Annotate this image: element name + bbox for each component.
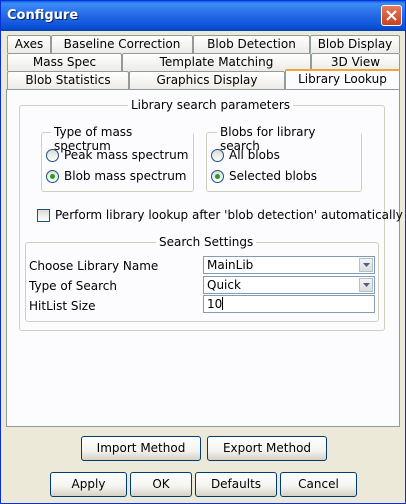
- dropdown-button[interactable]: [359, 258, 373, 272]
- search-type-value: Quick: [207, 278, 241, 292]
- library-name-label: Choose Library Name: [29, 259, 159, 273]
- close-icon: [386, 10, 397, 21]
- radio-label: Blob mass spectrum: [64, 169, 187, 183]
- import-method-button[interactable]: Import Method: [81, 436, 201, 461]
- hitlist-size-input[interactable]: 10: [203, 295, 375, 313]
- radio-label: Selected blobs: [229, 169, 317, 183]
- dropdown-button[interactable]: [359, 278, 373, 292]
- radio-circle: [211, 170, 224, 183]
- tab-mass-spec[interactable]: Mass Spec: [7, 53, 122, 71]
- radio-circle: [211, 149, 224, 162]
- checkbox-label: Perform library lookup after 'blob detec…: [55, 208, 403, 222]
- tab-baseline-correction[interactable]: Baseline Correction: [51, 35, 193, 53]
- tab-graphics-display[interactable]: Graphics Display: [129, 71, 285, 89]
- title-bar: Configure: [1, 1, 405, 31]
- checkbox-box: [37, 209, 50, 222]
- chevron-down-icon: [363, 283, 370, 287]
- window-title: Configure: [7, 8, 79, 23]
- text-caret: [222, 297, 224, 310]
- defaults-button[interactable]: Defaults: [195, 472, 277, 497]
- search-type-label: Type of Search: [29, 279, 117, 293]
- library-search-title: Library search parameters: [128, 98, 294, 112]
- library-name-value: MainLib: [207, 258, 254, 272]
- radio-selected-dot: [215, 174, 220, 179]
- tab-blob-display[interactable]: Blob Display: [310, 35, 400, 53]
- radio-label: All blobs: [229, 148, 280, 162]
- cancel-button[interactable]: Cancel: [280, 472, 357, 497]
- close-button[interactable]: [381, 5, 402, 26]
- configure-dialog: Configure Axes Baseline Correction Blob …: [0, 0, 406, 504]
- blobs-group: Blobs for library search: [206, 125, 362, 192]
- ok-button[interactable]: OK: [130, 472, 192, 497]
- hitlist-size-value: 10: [207, 297, 223, 311]
- chevron-down-icon: [363, 263, 370, 267]
- apply-button[interactable]: Apply: [50, 472, 127, 497]
- library-name-select[interactable]: MainLib: [203, 256, 375, 274]
- tab-library-lookup[interactable]: Library Lookup: [285, 69, 400, 89]
- tab-blob-statistics[interactable]: Blob Statistics: [7, 71, 129, 89]
- radio-selected-dot: [50, 174, 55, 179]
- tab-axes[interactable]: Axes: [7, 35, 51, 53]
- search-type-select[interactable]: Quick: [203, 276, 375, 294]
- export-method-button[interactable]: Export Method: [207, 436, 327, 461]
- tab-blob-detection[interactable]: Blob Detection: [193, 35, 310, 53]
- tab-template-matching[interactable]: Template Matching: [122, 53, 311, 71]
- hitlist-size-label: HitList Size: [29, 299, 96, 313]
- radio-circle: [46, 149, 59, 162]
- radio-circle: [46, 170, 59, 183]
- radio-label: Peak mass spectrum: [64, 148, 189, 162]
- mass-spectrum-group: Type of mass spectrum: [41, 125, 194, 192]
- search-settings-title: Search Settings: [156, 235, 257, 249]
